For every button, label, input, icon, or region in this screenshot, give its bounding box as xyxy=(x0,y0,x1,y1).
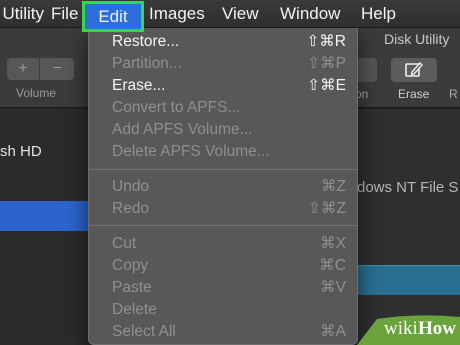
menu-help[interactable]: Help xyxy=(361,0,396,28)
menu-item-delete-apfs-volume[interactable]: Delete APFS Volume... xyxy=(89,141,357,163)
menu-item-paste[interactable]: Paste ⌘V xyxy=(89,277,357,299)
menu-item-label: Redo xyxy=(112,200,150,217)
menu-item-label: Cut xyxy=(112,235,137,252)
menu-item-shortcut: ⌘Z xyxy=(321,178,346,195)
menu-separator xyxy=(89,169,357,170)
menu-item-shortcut: ⌘A xyxy=(320,323,346,340)
menu-item-restore[interactable]: Restore... ⇧⌘R xyxy=(89,31,357,53)
menu-item-shortcut: ⇧⌘P xyxy=(307,55,346,72)
menu-item-undo[interactable]: Undo ⌘Z xyxy=(89,176,357,198)
menu-edit[interactable]: Edit xyxy=(82,1,144,32)
menu-item-add-apfs-volume[interactable]: Add APFS Volume... xyxy=(89,119,357,141)
partition-button[interactable] xyxy=(355,58,377,82)
window-title: Disk Utility xyxy=(384,31,450,47)
wikihow-watermark: wiki How xyxy=(357,315,460,345)
menu-separator xyxy=(89,225,357,226)
volume-button-group: + − xyxy=(7,58,74,80)
menu-item-label: Paste xyxy=(112,279,152,296)
menu-item-label: Restore... xyxy=(112,33,180,50)
sidebar-item-selected[interactable] xyxy=(0,201,90,231)
erase-button[interactable] xyxy=(391,58,437,82)
menu-file[interactable]: File xyxy=(51,0,78,28)
menu-item-copy[interactable]: Copy ⌘C xyxy=(89,255,357,277)
edit-menu-dropdown: Restore... ⇧⌘R Partition... ⇧⌘P Erase... ⇧⌘E C… xyxy=(88,28,358,345)
menu-item-shortcut: ⌘X xyxy=(320,235,346,252)
menu-item-partition[interactable]: Partition... ⇧⌘P xyxy=(89,53,357,75)
menu-item-redo[interactable]: Redo ⇧⌘Z xyxy=(89,198,357,220)
menu-item-label: Undo xyxy=(112,178,150,195)
menu-item-cut[interactable]: Cut ⌘X xyxy=(89,233,357,255)
menu-item-label: Erase... xyxy=(112,77,166,94)
watermark-wiki: wiki xyxy=(384,318,418,339)
sidebar: sh HD xyxy=(0,109,90,345)
menu-app-name[interactable]: Utility xyxy=(0,0,44,28)
menu-item-label: Copy xyxy=(112,257,149,274)
menu-item-label: Add APFS Volume... xyxy=(112,121,253,138)
menu-item-shortcut: ⌘C xyxy=(319,257,346,274)
menu-bar: Utility File Edit Images View Window Hel… xyxy=(0,0,460,32)
add-volume-button[interactable]: + xyxy=(7,58,40,80)
menu-item-shortcut: ⇧⌘E xyxy=(307,77,346,94)
menu-item-label: Select All xyxy=(112,323,176,340)
menu-item-shortcut: ⇧⌘Z xyxy=(308,200,346,217)
erase-label: Erase xyxy=(398,87,430,101)
menu-item-convert-to-apfs[interactable]: Convert to APFS... xyxy=(89,97,357,119)
filesystem-description: dows NT File S xyxy=(357,179,459,196)
volume-label: Volume xyxy=(16,86,57,100)
menu-window[interactable]: Window xyxy=(280,0,340,28)
menu-item-label: Delete xyxy=(112,301,157,318)
sidebar-item-macintosh-hd[interactable]: sh HD xyxy=(0,143,42,160)
menu-item-select-all[interactable]: Select All ⌘A xyxy=(89,321,357,343)
restore-label: R xyxy=(449,87,458,101)
menu-item-label: Delete APFS Volume... xyxy=(112,143,270,160)
menu-images[interactable]: Images xyxy=(149,0,205,28)
remove-volume-button[interactable]: − xyxy=(41,58,74,80)
watermark-how: How xyxy=(418,318,456,339)
menu-item-label: Partition... xyxy=(112,55,182,72)
menu-item-label: Convert to APFS... xyxy=(112,99,241,116)
menu-item-erase[interactable]: Erase... ⇧⌘E xyxy=(89,75,357,97)
eraser-pencil-icon xyxy=(405,62,423,77)
usage-bar xyxy=(357,265,460,295)
menu-item-shortcut: ⇧⌘R xyxy=(306,33,346,50)
menu-item-delete[interactable]: Delete xyxy=(89,299,357,321)
menu-view[interactable]: View xyxy=(222,0,259,28)
content-pane: dows NT File S xyxy=(357,109,460,345)
menu-item-shortcut: ⌘V xyxy=(320,279,346,296)
